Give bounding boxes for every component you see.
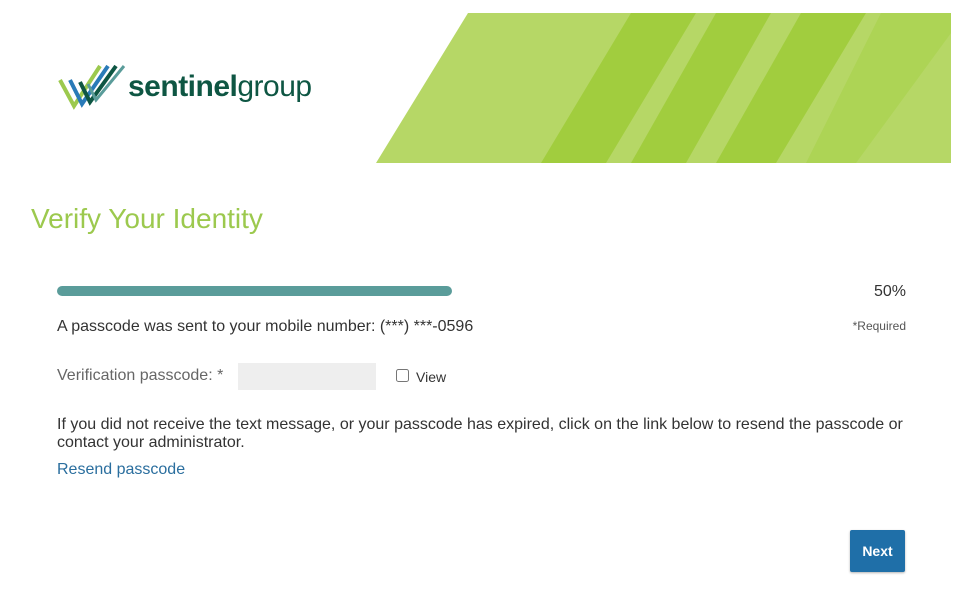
view-passcode-checkbox[interactable] — [396, 369, 409, 382]
logo-name-strong: sentinel — [128, 70, 238, 103]
verification-passcode-label: Verification passcode: * — [57, 367, 224, 384]
progress-percent-label: 50% — [873, 283, 906, 300]
passcode-sent-message: A passcode was sent to your mobile numbe… — [57, 318, 474, 335]
view-passcode-label[interactable]: View — [416, 369, 446, 385]
next-button[interactable]: Next — [850, 530, 905, 572]
resend-passcode-link[interactable]: Resend passcode — [57, 461, 185, 479]
page-title: Verify Your Identity — [31, 203, 263, 234]
sentinel-group-logo: sentinelgroup — [58, 62, 312, 112]
verify-identity-page: sentinelgroup Verify Your Identity 50% A… — [0, 0, 956, 593]
logo-wordmark: sentinelgroup — [128, 72, 312, 102]
progress-bar-fill — [57, 286, 452, 296]
verification-passcode-input[interactable] — [238, 363, 376, 390]
resend-help-text: If you did not receive the text message,… — [57, 416, 903, 451]
header-banner-graphic — [376, 13, 951, 163]
header: sentinelgroup — [0, 0, 956, 170]
sentinel-logo-icon — [58, 64, 126, 110]
required-note: *Required — [852, 319, 906, 333]
logo-name-light: group — [237, 70, 312, 103]
progress-bar — [57, 286, 452, 296]
